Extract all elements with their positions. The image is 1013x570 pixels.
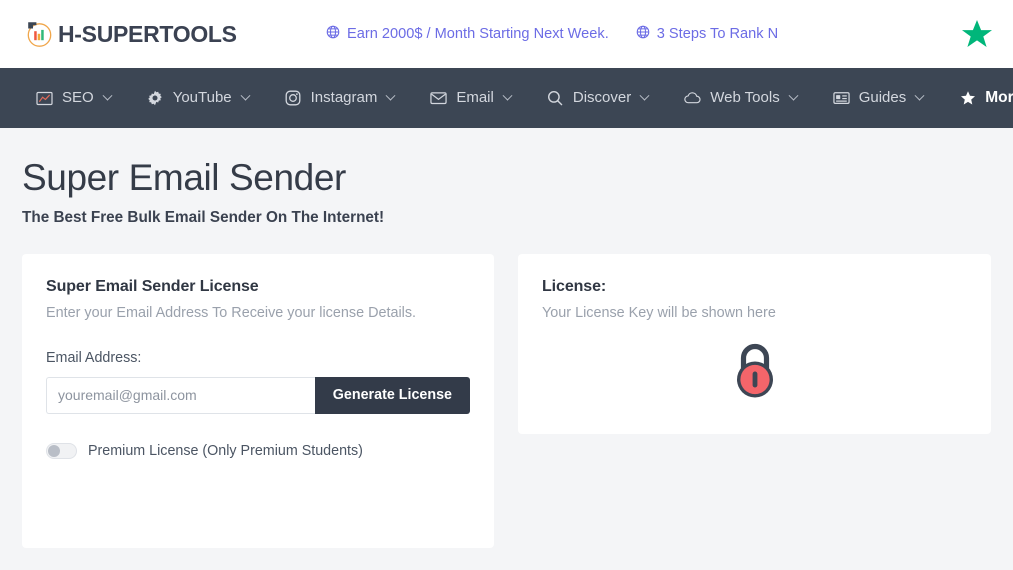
nav-item-guides[interactable]: Guides [815,68,942,128]
lock-illustration [542,339,967,408]
nav-label-guides: Guides [858,89,907,106]
chevron-down-icon [102,90,113,101]
nav-label-discover: Discover [572,89,632,106]
chevron-down-icon [788,90,799,101]
generate-license-button[interactable]: Generate License [314,376,470,414]
nav-label-email: Email [456,89,494,106]
toggle-knob [48,444,60,457]
globe-icon [326,25,340,43]
license-output-placeholder: Your License Key will be shown here [542,304,776,321]
site-header: H-SUPERTOOLS Earn 2000$ / Month Starting… [0,0,1013,68]
page-title: Super Email Sender [22,157,346,198]
id-card-icon [833,90,850,107]
brand-logo-link[interactable]: H-SUPERTOOLS [24,19,237,49]
premium-license-toggle[interactable] [46,442,77,459]
cloud-icon [684,90,701,107]
chevron-down-icon [240,90,251,101]
nav-item-email[interactable]: Email [412,68,529,128]
email-input[interactable] [46,376,315,414]
nav-item-seo[interactable]: SEO [18,68,129,128]
instagram-icon [285,90,302,107]
promo-link-rank[interactable]: 3 Steps To Rank N [636,25,778,43]
nav-label-youtube: YouTube [172,89,232,106]
page-header: Super Email Sender The Best Free Bulk Em… [0,128,1013,227]
nav-item-discover[interactable]: Discover [529,68,666,128]
license-output-card: License: Your License Key will be shown … [518,253,991,434]
chevron-down-icon [914,90,925,101]
search-icon [547,90,564,107]
trustpilot-star-icon[interactable] [959,16,995,57]
license-form-card: Super Email Sender License Enter your Em… [22,253,494,548]
nav-label-web-tools: Web Tools [710,89,780,106]
gear-icon [147,90,164,107]
envelope-icon [430,90,448,107]
license-form-description: Enter your Email Address To Receive your… [46,304,417,321]
license-output-title: License: [542,277,607,295]
chevron-down-icon [385,90,396,101]
bar-chart-circle-logo-icon [24,19,54,49]
nav-item-youtube[interactable]: YouTube [129,68,267,128]
license-form-title: Super Email Sender License [46,277,259,295]
premium-license-toggle-label: Premium License (Only Premium Students) [88,442,363,459]
promo-link-earn-label: Earn 2000$ / Month Starting Next Week. [347,26,609,42]
main-navigation: SEO YouTube Instagram Email Discover Web… [0,68,1013,128]
premium-license-toggle-row: Premium License (Only Premium Students) [46,442,470,459]
nav-item-instagram[interactable]: Instagram [267,68,413,128]
globe-icon [636,25,650,43]
padlock-icon [730,339,780,408]
promo-link-earn[interactable]: Earn 2000$ / Month Starting Next Week. [326,25,609,43]
brand-name: H-SUPERTOOLS [58,20,237,47]
chevron-down-icon [639,90,650,101]
cards-container: Super Email Sender License Enter your Em… [0,227,1013,548]
promo-link-rank-label: 3 Steps To Rank N [656,26,779,42]
star-icon [959,90,976,107]
page-subtitle: The Best Free Bulk Email Sender On The I… [22,208,385,226]
nav-label-seo: SEO [62,89,94,106]
email-field-label: Email Address: [46,349,142,366]
chart-line-icon [36,90,53,107]
nav-label-instagram: Instagram [310,89,378,106]
promo-links: Earn 2000$ / Month Starting Next Week. 3… [326,0,778,68]
nav-label-more: More! [985,89,1013,106]
chevron-down-icon [502,90,513,101]
email-input-row: Generate License [46,376,470,414]
nav-item-more[interactable]: More! [941,68,1013,128]
nav-item-web-tools[interactable]: Web Tools [666,68,815,128]
